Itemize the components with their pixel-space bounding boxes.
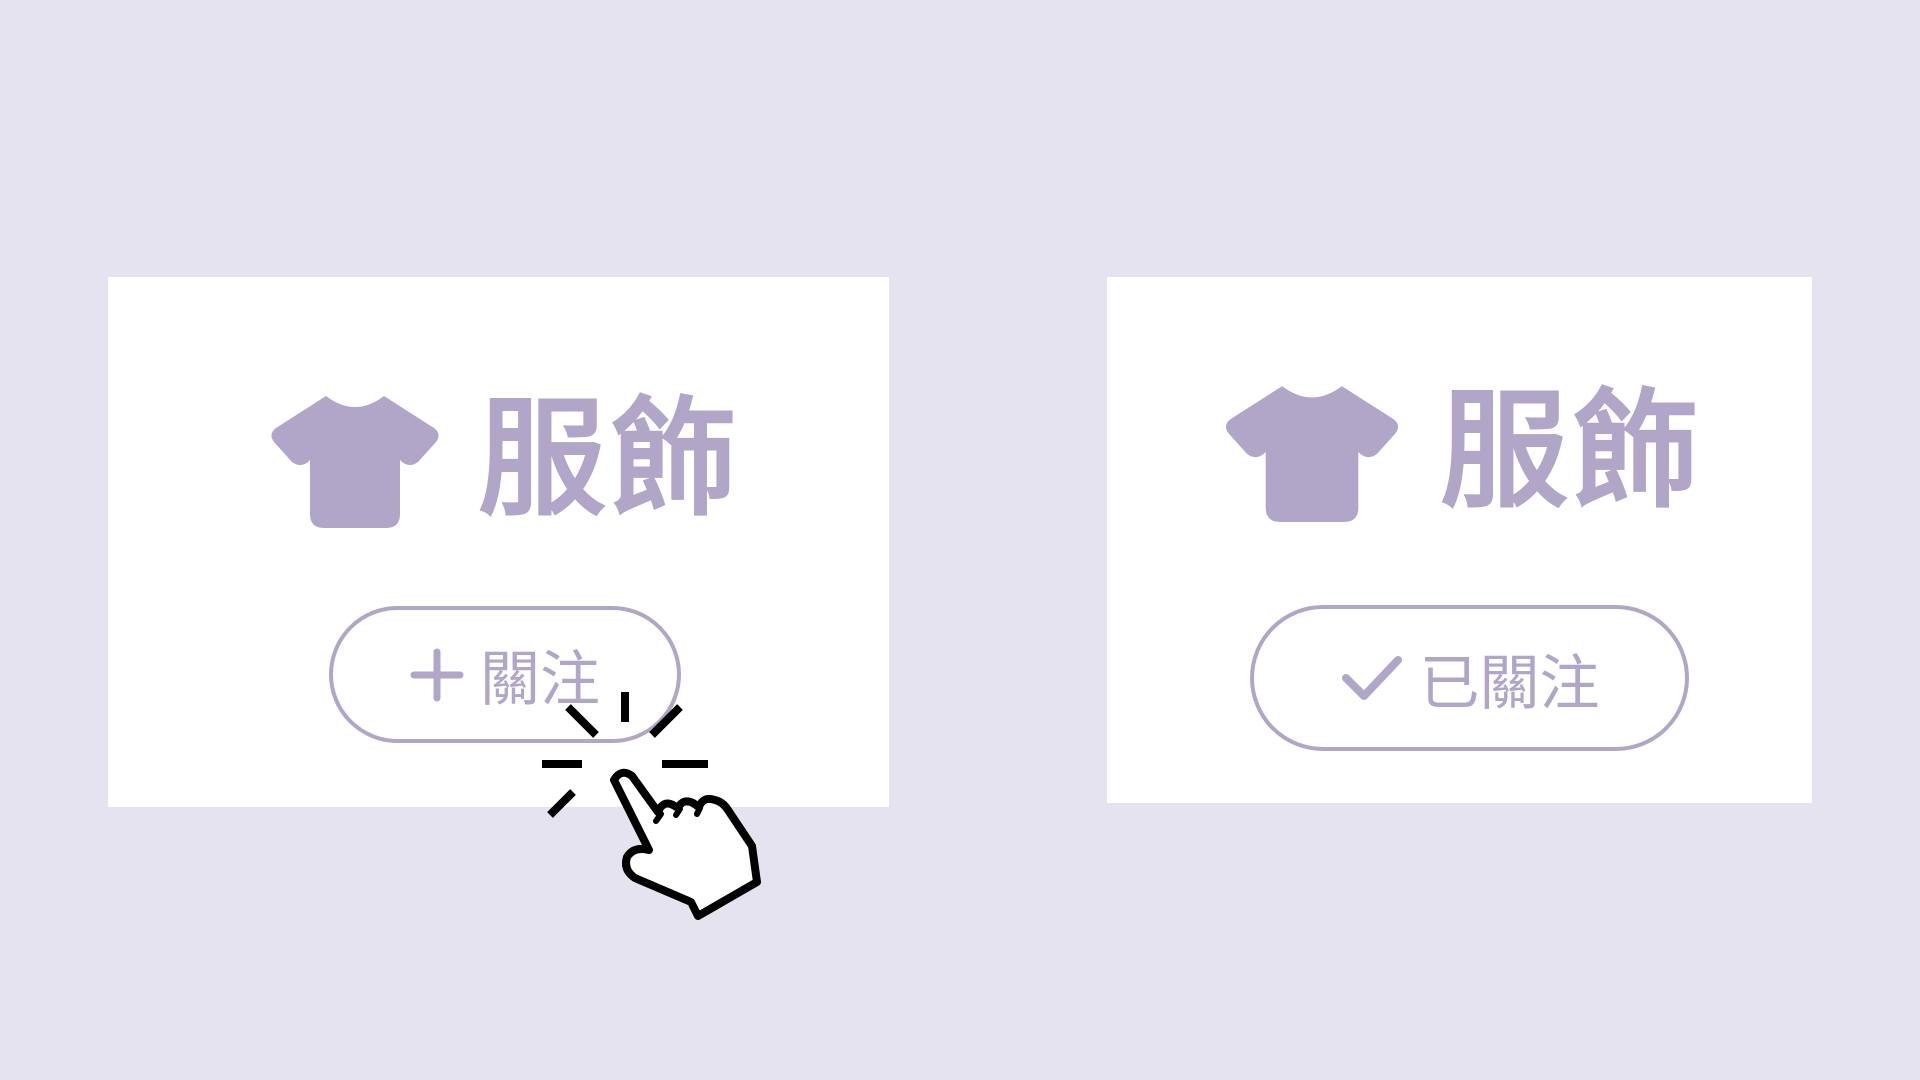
tshirt-icon: [270, 392, 440, 528]
category-card-followed: 服飾 已關注: [1107, 277, 1812, 803]
category-label: 服飾: [478, 385, 743, 534]
following-button[interactable]: 已關注: [1250, 605, 1689, 751]
pointer-hand-click-icon: [535, 680, 785, 930]
check-icon: [1340, 652, 1404, 704]
following-button-label: 已關注: [1419, 648, 1600, 719]
category-label: 服飾: [1440, 377, 1705, 526]
category-header: 服飾: [1222, 382, 1704, 522]
tshirt-icon: [1222, 382, 1402, 522]
plus-icon: [410, 648, 464, 702]
category-header: 服飾: [270, 392, 742, 528]
